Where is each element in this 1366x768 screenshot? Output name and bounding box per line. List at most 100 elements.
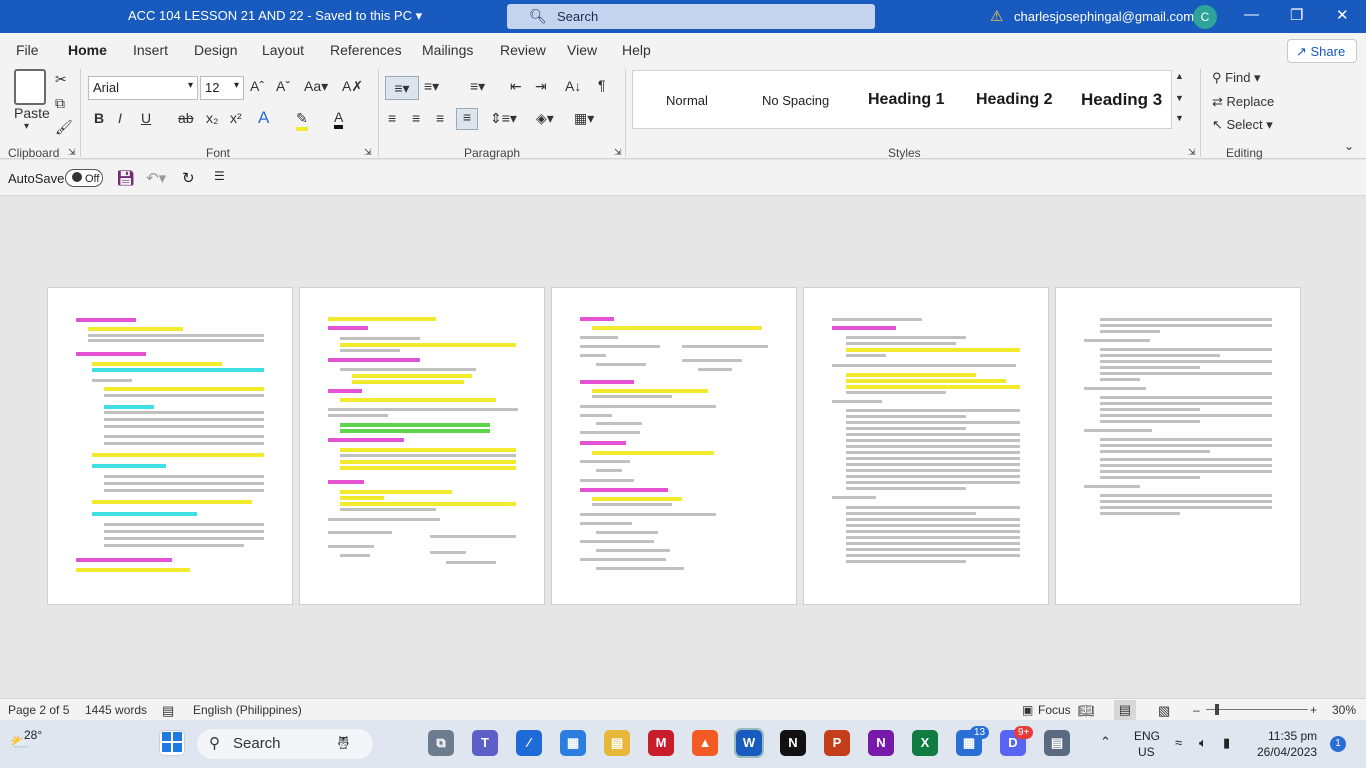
task-view-icon[interactable]: ⧉ xyxy=(428,730,454,756)
clear-formatting-icon[interactable]: A✗ xyxy=(342,78,363,95)
align-right-icon[interactable]: ≡ xyxy=(436,110,444,126)
redo-icon[interactable]: ↻ xyxy=(182,169,195,187)
file-explorer-icon[interactable]: ▤ xyxy=(604,730,630,756)
document-title[interactable]: ACC 104 LESSON 21 AND 22 - Saved to this… xyxy=(128,8,422,24)
style-heading-2[interactable]: Heading 2 xyxy=(976,91,1052,109)
font-family-select[interactable]: Arial ▾ xyxy=(88,76,198,100)
proofing-icon[interactable]: ▤ xyxy=(162,703,174,719)
cut-icon[interactable]: ✂ xyxy=(55,71,67,88)
calculator-icon[interactable]: ▤ xyxy=(1044,730,1070,756)
start-button[interactable] xyxy=(159,730,185,756)
close-button[interactable]: ✕ xyxy=(1336,6,1349,24)
customize-qat-icon[interactable]: ☰ xyxy=(214,169,225,183)
decrease-indent-icon[interactable]: ⇤ xyxy=(510,78,522,95)
language-code[interactable]: ENG xyxy=(1134,729,1160,743)
avatar[interactable]: C xyxy=(1193,5,1217,29)
wifi-icon[interactable]: ≈ xyxy=(1175,735,1182,750)
tab-file[interactable]: File xyxy=(16,42,39,58)
align-center-icon[interactable]: ≡ xyxy=(412,110,420,126)
tab-view[interactable]: View xyxy=(567,42,597,58)
clock-date[interactable]: 26/04/2023 xyxy=(1257,745,1317,759)
underline-icon[interactable]: U xyxy=(141,110,151,126)
document-page-5[interactable] xyxy=(1055,287,1301,605)
mcafee-icon[interactable]: M xyxy=(648,730,674,756)
document-page-2[interactable] xyxy=(299,287,545,605)
excel-icon[interactable]: X xyxy=(912,730,938,756)
highlight-color-icon[interactable]: ✎ xyxy=(296,110,308,131)
search-box[interactable]: 🔍︎ Search xyxy=(507,4,875,29)
tab-review[interactable]: Review xyxy=(500,42,546,58)
clock-time[interactable]: 11:35 pm xyxy=(1268,729,1317,743)
select-button[interactable]: ↖ Select ▾ xyxy=(1212,117,1273,133)
autosave-toggle[interactable]: Off xyxy=(65,169,103,187)
warning-icon[interactable]: ⚠ xyxy=(990,7,1003,25)
battery-icon[interactable]: ▮ xyxy=(1223,735,1230,751)
account-email[interactable]: charlesjosephingal@gmail.com xyxy=(1014,9,1194,24)
clipboard-icon[interactable] xyxy=(14,69,46,105)
zoom-level[interactable]: 30% xyxy=(1332,703,1356,717)
align-left-icon[interactable]: ≡ xyxy=(388,110,396,126)
subscript-icon[interactable]: x₂ xyxy=(206,110,218,126)
line-spacing-icon[interactable]: ⇕≡▾ xyxy=(490,110,517,127)
tab-home[interactable]: Home xyxy=(68,42,107,67)
tab-layout[interactable]: Layout xyxy=(262,42,304,58)
dialog-launcher-icon[interactable]: ⇲ xyxy=(1188,147,1196,158)
style-heading-1[interactable]: Heading 1 xyxy=(868,91,944,109)
chevron-down-icon[interactable]: ▾ xyxy=(24,121,29,132)
multilevel-list-icon[interactable]: ≡▾ xyxy=(470,78,485,95)
weather-temp[interactable]: 28° xyxy=(24,728,42,742)
focus-mode-button[interactable]: Focus xyxy=(1038,703,1071,717)
web-layout-icon[interactable]: ▧ xyxy=(1158,703,1170,719)
language-status[interactable]: English (Philippines) xyxy=(193,703,302,717)
shading-icon[interactable]: ◈▾ xyxy=(536,110,554,127)
find-button[interactable]: ⚲ Find ▾ xyxy=(1212,70,1261,86)
superscript-icon[interactable]: x² xyxy=(230,110,242,126)
styles-scroll-up-icon[interactable]: ▲ xyxy=(1175,71,1184,81)
powerpoint-icon[interactable]: P xyxy=(824,730,850,756)
tab-help[interactable]: Help xyxy=(622,42,651,58)
numbering-icon[interactable]: ≡▾ xyxy=(424,78,439,95)
borders-icon[interactable]: ▦▾ xyxy=(574,110,594,127)
teams-icon[interactable]: T xyxy=(472,730,498,756)
tab-insert[interactable]: Insert xyxy=(133,42,168,58)
italic-icon[interactable]: I xyxy=(118,110,122,126)
style-heading-3[interactable]: Heading 3 xyxy=(1081,90,1162,110)
brave-browser-icon[interactable]: ▲ xyxy=(692,730,718,756)
dialog-launcher-icon[interactable]: ⇲ xyxy=(68,147,76,158)
focus-icon[interactable]: ▣ xyxy=(1022,703,1033,717)
tab-design[interactable]: Design xyxy=(194,42,238,58)
pen-app-icon[interactable]: ∕ xyxy=(516,730,542,756)
save-icon[interactable]: 💾︎ xyxy=(116,169,135,187)
print-layout-icon[interactable]: ▤ xyxy=(1114,700,1136,720)
chevron-up-icon[interactable]: ⌃ xyxy=(1100,734,1111,750)
text-effects-icon[interactable]: A xyxy=(258,108,269,128)
styles-scroll-down-icon[interactable]: ▼ xyxy=(1175,93,1184,103)
change-case-icon[interactable]: Aa▾ xyxy=(304,78,328,95)
document-canvas[interactable] xyxy=(0,196,1366,698)
zoom-in-icon[interactable]: + xyxy=(1310,703,1317,717)
tab-references[interactable]: References xyxy=(330,42,402,58)
share-button[interactable]: ↗ Share xyxy=(1287,39,1357,63)
page-count[interactable]: Page 2 of 5 xyxy=(8,703,69,717)
show-formatting-icon[interactable]: ¶ xyxy=(598,77,606,93)
notification-badge[interactable]: 1 xyxy=(1330,736,1346,752)
store-icon[interactable]: ▦ xyxy=(560,730,586,756)
undo-icon[interactable]: ↶▾ xyxy=(146,169,166,187)
style-no-spacing[interactable]: No Spacing xyxy=(762,93,829,108)
restore-button[interactable]: ❐ xyxy=(1290,6,1303,24)
paste-button[interactable]: Paste xyxy=(14,105,50,121)
onenote-icon[interactable]: N xyxy=(868,730,894,756)
increase-indent-icon[interactable]: ⇥ xyxy=(535,78,547,95)
zoom-slider[interactable] xyxy=(1206,709,1308,710)
region-code[interactable]: US xyxy=(1138,745,1155,759)
taskbar-search[interactable]: ⚲ Search 🦉︎ xyxy=(197,729,373,759)
sort-icon[interactable]: A↓ xyxy=(565,78,581,94)
document-page-1[interactable] xyxy=(47,287,293,605)
zoom-out-icon[interactable]: – xyxy=(1193,703,1200,717)
tab-mailings[interactable]: Mailings xyxy=(422,42,473,58)
notion-icon[interactable]: N xyxy=(780,730,806,756)
style-normal[interactable]: Normal xyxy=(666,93,708,108)
justify-icon[interactable]: ≡ xyxy=(456,108,478,130)
format-painter-icon[interactable]: 🖌︎ xyxy=(55,119,73,136)
word-count[interactable]: 1445 words xyxy=(85,703,147,717)
